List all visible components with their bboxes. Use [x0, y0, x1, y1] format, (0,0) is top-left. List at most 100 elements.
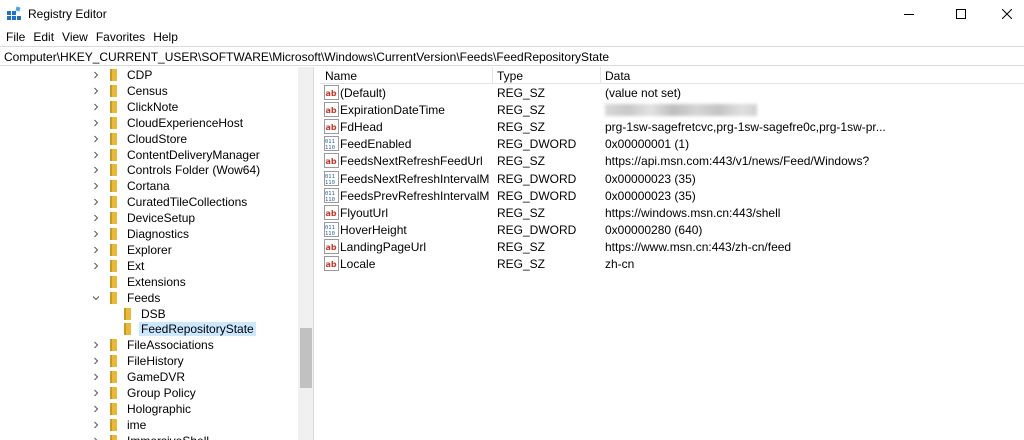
- tree-item[interactable]: CloudStore: [90, 131, 189, 147]
- menu-help[interactable]: Help: [151, 30, 184, 44]
- tree-item-label: Ext: [127, 258, 145, 273]
- value-row[interactable]: ab (Default) REG_SZ (value not set): [320, 84, 1024, 101]
- tree-item[interactable]: Explorer: [90, 242, 174, 258]
- minimize-button[interactable]: [886, 0, 932, 28]
- folder-icon: [110, 402, 117, 415]
- value-row[interactable]: ab Locale REG_SZ zh-cn: [320, 255, 1024, 272]
- column-type-header[interactable]: Type: [497, 69, 523, 83]
- value-row[interactable]: ab FeedsNextRefreshFeedUrl REG_SZ https://a…: [320, 152, 1024, 169]
- value-name: HoverHeight: [340, 222, 407, 237]
- chevron-right-icon[interactable]: [90, 337, 102, 353]
- chevron-right-icon[interactable]: [90, 67, 102, 83]
- tree-item[interactable]: Extensions: [90, 274, 188, 290]
- tree-item-label: ContentDeliveryManager: [127, 147, 260, 162]
- tree-item[interactable]: Controls Folder (Wow64): [90, 162, 262, 178]
- chevron-right-icon[interactable]: [90, 115, 102, 131]
- value-type: REG_DWORD: [497, 188, 577, 203]
- column-divider[interactable]: [492, 67, 493, 84]
- tree-item[interactable]: FileHistory: [90, 353, 186, 369]
- tree-item[interactable]: DeviceSetup: [90, 210, 197, 226]
- tree-item[interactable]: Diagnostics: [90, 226, 191, 242]
- chevron-right-icon[interactable]: [90, 385, 102, 401]
- tree-item[interactable]: CDP: [90, 67, 154, 83]
- chevron-right-icon[interactable]: [90, 433, 102, 440]
- tree-item[interactable]: CuratedTileCollections: [90, 194, 249, 210]
- tree-item-label: FileHistory: [127, 354, 184, 369]
- values-list-pane[interactable]: Name Type Data ab (Default) REG_SZ (value n…: [320, 67, 1024, 440]
- folder-icon: [110, 339, 117, 352]
- svg-text:ab: ab: [326, 157, 337, 166]
- address-bar[interactable]: Computer\HKEY_CURRENT_USER\SOFTWARE\Micr…: [0, 46, 1024, 66]
- menu-file[interactable]: File: [4, 30, 31, 44]
- chevron-right-icon[interactable]: [90, 83, 102, 99]
- tree-item[interactable]: CloudExperienceHost: [90, 115, 245, 131]
- column-data-header[interactable]: Data: [605, 69, 630, 83]
- value-row[interactable]: ab FlyoutUrl REG_SZ https://windows.msn.cn:…: [320, 204, 1024, 221]
- value-row[interactable]: 011 110 FeedEnabled REG_DWORD 0x00000001 (1): [320, 135, 1024, 152]
- chevron-down-icon[interactable]: [90, 290, 102, 306]
- chevron-right-icon[interactable]: [90, 99, 102, 115]
- chevron-right-icon[interactable]: [90, 401, 102, 417]
- tree-item-label: CDP: [127, 68, 153, 82]
- key-tree-pane[interactable]: CDP Census ClickNote CloudExperienceHost Clo…: [0, 67, 314, 440]
- close-icon: [1002, 9, 1012, 19]
- string-value-icon: ab: [324, 85, 339, 100]
- chevron-right-icon[interactable]: [90, 242, 102, 258]
- chevron-right-icon[interactable]: [90, 194, 102, 210]
- menu-favorites[interactable]: Favorites: [94, 30, 151, 44]
- chevron-right-icon[interactable]: [90, 178, 102, 194]
- chevron-right-icon[interactable]: [90, 417, 102, 433]
- chevron-right-icon[interactable]: [90, 369, 102, 385]
- folder-icon: [124, 323, 131, 336]
- value-type: REG_SZ: [497, 205, 546, 220]
- column-divider[interactable]: [600, 67, 601, 84]
- tree-scrollbar-thumb[interactable]: [300, 328, 312, 388]
- tree-item[interactable]: ImmersiveShell: [90, 433, 211, 440]
- value-row[interactable]: ab FdHead REG_SZ prg-1sw-sagefretcvc,prg-1s…: [320, 118, 1024, 135]
- value-name: FeedEnabled: [340, 137, 412, 152]
- binary-value-icon: 011110: [324, 170, 339, 186]
- value-row[interactable]: ab ExpirationDateTime REG_SZ: [320, 101, 1024, 118]
- maximize-button[interactable]: [938, 0, 984, 28]
- chevron-right-icon[interactable]: [90, 131, 102, 147]
- tree-item-label: ClickNote: [127, 99, 179, 114]
- chevron-right-icon[interactable]: [90, 226, 102, 242]
- tree-item[interactable]: Cortana: [90, 178, 172, 194]
- tree-item[interactable]: ClickNote: [90, 99, 180, 115]
- tree-item[interactable]: ContentDeliveryManager: [90, 147, 262, 163]
- tree-item[interactable]: FileAssociations: [90, 337, 216, 353]
- value-row[interactable]: 011110FeedsPrevRefreshIntervalMinut... RE…: [320, 187, 1024, 204]
- menu-view[interactable]: View: [60, 30, 94, 44]
- address-path: Computer\HKEY_CURRENT_USER\SOFTWARE\Micr…: [4, 50, 610, 64]
- tree-item[interactable]: Group Policy: [90, 385, 198, 401]
- tree-item-label: FeedRepositoryState: [139, 322, 256, 337]
- folder-icon: [124, 307, 131, 320]
- tree-item[interactable]: DSB: [104, 306, 168, 322]
- tree-item[interactable]: GameDVR: [90, 369, 187, 385]
- chevron-right-icon[interactable]: [90, 147, 102, 163]
- folder-icon: [110, 69, 117, 81]
- column-name-header[interactable]: Name: [325, 69, 357, 83]
- chevron-right-icon[interactable]: [90, 162, 102, 178]
- tree-item[interactable]: ime: [90, 417, 148, 433]
- close-button[interactable]: [984, 0, 1024, 28]
- tree-item[interactable]: Feeds: [90, 290, 162, 306]
- value-type: REG_DWORD: [497, 171, 577, 186]
- tree-item[interactable]: Census: [90, 83, 170, 99]
- tree-item[interactable]: FeedRepositoryState: [104, 321, 256, 337]
- folder-icon: [110, 371, 117, 384]
- tree-item[interactable]: Ext: [90, 258, 146, 274]
- chevron-right-icon[interactable]: [90, 258, 102, 274]
- tree-item-label: CloudExperienceHost: [127, 115, 244, 130]
- folder-icon: [110, 84, 117, 97]
- value-row[interactable]: 011110FeedsNextRefreshIntervalMinu... REG…: [320, 170, 1024, 187]
- value-data: https://windows.msn.cn:443/shell: [605, 205, 781, 220]
- chevron-right-icon[interactable]: [90, 210, 102, 226]
- chevron-right-icon[interactable]: [90, 353, 102, 369]
- menu-edit[interactable]: Edit: [31, 30, 60, 44]
- tree-item-label: CuratedTileCollections: [127, 195, 248, 210]
- tree-item[interactable]: Holographic: [90, 401, 193, 417]
- value-row[interactable]: 011 110 HoverHeight REG_DWORD 0x00000280 (64…: [320, 221, 1024, 238]
- value-row[interactable]: ab LandingPageUrl REG_SZ https://www.msn.cn…: [320, 238, 1024, 255]
